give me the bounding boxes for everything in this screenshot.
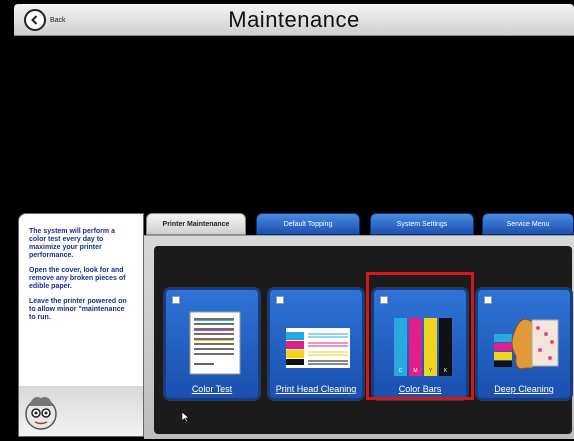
mouse-cursor-icon <box>182 412 190 422</box>
deep-cleaning-icon <box>494 318 559 370</box>
tiles-panel: Color Test Print Head Cleaning C M Y K C… <box>154 246 572 434</box>
tile-checkbox[interactable] <box>276 296 284 304</box>
info-footer <box>19 386 143 436</box>
maintenance-content: Color Test Print Head Cleaning C M Y K C… <box>144 235 574 439</box>
mascot-icon <box>25 397 57 430</box>
display-area <box>14 36 574 212</box>
tab-service-menu[interactable]: Service Menu <box>482 213 574 235</box>
info-paragraph: The system will perform a color test eve… <box>29 228 115 259</box>
print-head-cleaning-tile[interactable]: Print Head Cleaning <box>268 288 364 400</box>
tile-checkbox[interactable] <box>172 296 180 304</box>
color-test-tile[interactable]: Color Test <box>164 288 260 400</box>
info-text: The system will perform a color test eve… <box>29 228 129 329</box>
tile-checkbox[interactable] <box>484 296 492 304</box>
info-paragraph: Leave the printer powered on to allow mi… <box>29 298 127 321</box>
tab-bar: Printer Maintenance Default Topping Syst… <box>146 213 574 235</box>
deep-cleaning-tile[interactable]: Deep Cleaning <box>476 288 572 400</box>
color-test-sheet-icon <box>189 311 241 375</box>
print-head-cleaning-icon <box>286 328 350 368</box>
tile-label: Print Head Cleaning <box>275 384 357 394</box>
info-paragraph: Open the cover, look for and remove any … <box>29 267 126 290</box>
info-panel: The system will perform a color test eve… <box>18 213 144 437</box>
title-bar: Back Maintenance <box>14 4 574 36</box>
page-title: Maintenance <box>228 7 360 32</box>
tab-default-topping[interactable]: Default Topping <box>256 213 360 235</box>
tab-system-settings[interactable]: System Settings <box>370 213 474 235</box>
tile-label: Color Test <box>191 384 233 394</box>
tile-label: Deep Cleaning <box>494 384 554 394</box>
tab-printer-maintenance[interactable]: Printer Maintenance <box>146 213 246 235</box>
selection-highlight <box>366 272 474 400</box>
